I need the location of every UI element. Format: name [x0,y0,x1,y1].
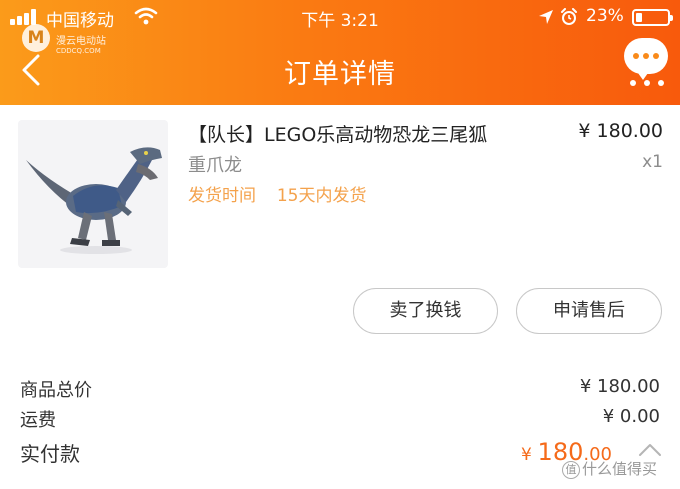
product-price: ¥ 180.00 [578,120,663,142]
alarm-clock-icon [561,8,577,25]
battery-percentage: 23% [586,6,624,26]
product-quantity: x1 [642,152,663,172]
sell-for-cash-button[interactable]: 卖了换钱 [353,288,498,334]
header: 中国移动 下午 3:21 23% M 漫云电动站 CDDCQ.COM 订单详情 [0,0,680,105]
battery-icon [632,9,673,26]
status-bar: 中国移动 下午 3:21 23% [0,0,680,34]
shipping-fee-label: 运费 [20,410,56,431]
product-spec: 重爪龙 [188,155,242,176]
amount-paid-label: 实付款 [20,442,80,466]
message-bubble-button[interactable] [624,38,668,80]
shipping-time-value: 15天内发货 [276,186,367,206]
watermark-mark: 值 [562,460,580,479]
goods-total-label: 商品总价 [20,380,92,401]
shipping-time: 发货时间 15天内发货 [188,181,366,206]
amount-paid-currency: ¥ [520,445,532,465]
shipping-fee-value: ¥ 0.00 [602,406,660,427]
page-title: 订单详情 [284,59,396,90]
watermark-site-name: 漫云电动站 [56,36,106,47]
chevron-up-icon[interactable] [637,442,663,458]
status-time: 下午 3:21 [301,11,379,31]
watermark-logo: M [22,24,50,52]
after-sale-button[interactable]: 申请售后 [516,288,662,334]
product-image[interactable] [18,120,168,268]
watermark-bottom: 值什么值得买 [562,458,657,479]
more-dots-icon[interactable] [630,80,664,88]
location-arrow-icon [539,10,553,24]
shipping-time-label: 发货时间 [188,186,256,206]
goods-total-value: ¥ 180.00 [579,376,660,397]
product-title[interactable]: 【队长】LEGO乐高动物恐龙三尾狐 [188,120,487,147]
dinosaur-figure-image [26,147,162,254]
watermark-bottom-text: 什么值得买 [582,460,658,478]
